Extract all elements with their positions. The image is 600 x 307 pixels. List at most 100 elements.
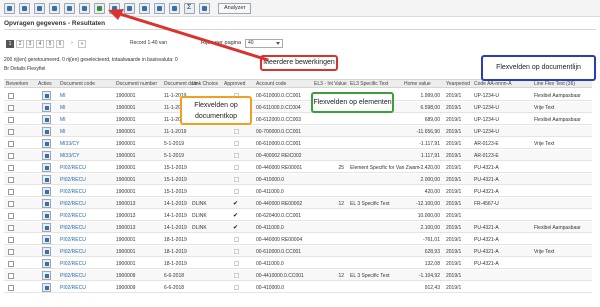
page-5-button[interactable]: 5 xyxy=(46,40,54,48)
document-code-cell[interactable]: PI02/RECU xyxy=(60,261,86,267)
row-action-button[interactable] xyxy=(42,163,51,172)
settings-button[interactable] xyxy=(139,3,150,14)
table-row[interactable]: PI02/RECU 1900001 15-1-2019 00-440000 RE000… xyxy=(4,162,592,173)
table-row[interactable]: MI33/CY 1900001 5-1-2019 00-610000.0.CC001 -… xyxy=(4,138,592,149)
column-header[interactable]: Approved xyxy=(224,81,245,87)
save-button[interactable] xyxy=(4,3,15,14)
row-action-button[interactable] xyxy=(42,127,51,136)
row-checkbox[interactable] xyxy=(8,261,14,267)
document-code-cell[interactable]: PI02/RECU xyxy=(60,249,86,255)
row-checkbox[interactable] xyxy=(8,153,14,159)
row-action-button[interactable] xyxy=(42,271,51,280)
row-action-button[interactable] xyxy=(42,211,51,220)
table-row[interactable]: MI33/CY 1900001 5-1-2019 00-400002 REIC002 1… xyxy=(4,150,592,161)
row-action-button[interactable] xyxy=(42,187,51,196)
column-header[interactable]: Document number xyxy=(116,81,157,87)
document-code-cell[interactable]: PI02/RECU xyxy=(60,285,86,291)
document-code-cell[interactable]: PI02/RECU xyxy=(60,189,86,195)
last-page-button[interactable]: » xyxy=(78,40,86,48)
column-header[interactable]: Acties xyxy=(38,81,52,87)
row-checkbox[interactable] xyxy=(8,105,14,111)
analyzer-button[interactable]: Analyzer xyxy=(218,3,252,14)
row-action-button[interactable] xyxy=(42,223,51,232)
sum-button[interactable]: Σ xyxy=(184,3,195,14)
tree-button[interactable] xyxy=(169,3,180,14)
row-checkbox[interactable] xyxy=(8,201,14,207)
details-link[interactable]: Br Details Flexyfiel xyxy=(4,66,45,72)
per-page-select[interactable]: 40 xyxy=(245,39,283,48)
row-action-button[interactable] xyxy=(42,175,51,184)
row-action-button[interactable] xyxy=(42,199,51,208)
table-row[interactable]: MI 1900001 11-1-2019 00-611000.0.CC004 6.598… xyxy=(4,102,592,113)
document-code-cell[interactable]: PI02/RECU xyxy=(60,225,86,231)
document-code-cell[interactable]: PI02/RECU xyxy=(60,177,86,183)
table-row[interactable]: PI02/RECU 1900001 15-1-2019 00-411000.0 420,… xyxy=(4,186,592,197)
table-row[interactable]: MI 1900001 11-1-2019 00-612000.0.CC003 689,0… xyxy=(4,114,592,125)
table-row[interactable]: PI02/RECU 1900001 18-1-2019 00-610000.0.CC0… xyxy=(4,246,592,257)
document-code-cell[interactable]: MI33/CY xyxy=(60,141,79,147)
document-code-cell[interactable]: PI02/RECU xyxy=(60,165,86,171)
row-action-button[interactable] xyxy=(42,151,51,160)
document-code-cell[interactable]: MI xyxy=(60,129,66,135)
filter-button[interactable] xyxy=(124,3,135,14)
row-checkbox[interactable] xyxy=(8,285,14,291)
row-action-button[interactable] xyxy=(42,139,51,148)
page-4-button[interactable]: 4 xyxy=(36,40,44,48)
list-button[interactable] xyxy=(154,3,165,14)
page-2-button[interactable]: 2 xyxy=(16,40,24,48)
row-action-button[interactable] xyxy=(42,259,51,268)
table-row[interactable]: MI 1900001 11-1-2019 00-610000.0.CC001 1.999… xyxy=(4,90,592,101)
table-row[interactable]: PI02/RECU 1900013 14-1-2019 DLINK 00-440000 … xyxy=(4,198,592,209)
row-checkbox[interactable] xyxy=(8,273,14,279)
column-header[interactable]: Document code xyxy=(60,81,95,87)
row-action-button[interactable] xyxy=(42,91,51,100)
refresh-button[interactable] xyxy=(19,3,30,14)
document-code-cell[interactable]: PI02/RECU xyxy=(60,273,86,279)
row-checkbox[interactable] xyxy=(8,141,14,147)
document-code-cell[interactable]: MI33/CY xyxy=(60,153,79,159)
row-checkbox[interactable] xyxy=(8,117,14,123)
column-header[interactable]: Account code xyxy=(256,81,286,87)
document-code-cell[interactable]: PI02/RECU xyxy=(60,201,86,207)
column-header[interactable]: Line Flex Text (36) xyxy=(534,81,575,87)
row-checkbox[interactable] xyxy=(8,177,14,183)
document-code-cell[interactable]: MI xyxy=(60,117,66,123)
row-checkbox[interactable] xyxy=(8,213,14,219)
row-checkbox[interactable] xyxy=(8,225,14,231)
table-row[interactable]: PI02/RECU 1900001 15-1-2019 00-410000.0 2.00… xyxy=(4,174,592,185)
print-button[interactable] xyxy=(79,3,90,14)
table-row[interactable]: PI02/RECU 1900001 18-1-2019 00-411000.0 132,… xyxy=(4,258,592,269)
document-code-cell[interactable]: PI02/RECU xyxy=(60,237,86,243)
row-action-button[interactable] xyxy=(42,103,51,112)
chart-button[interactable] xyxy=(199,3,210,14)
document-code-cell[interactable]: MI xyxy=(60,93,66,99)
row-action-button[interactable] xyxy=(42,235,51,244)
row-checkbox[interactable] xyxy=(8,93,14,99)
row-action-button[interactable] xyxy=(42,247,51,256)
table-row[interactable]: PI02/RECU 1900013 14-1-2019 DLINK 00-620400.… xyxy=(4,210,592,221)
document-code-cell[interactable]: MI xyxy=(60,105,66,111)
copy-button[interactable] xyxy=(109,3,120,14)
grid-button[interactable] xyxy=(64,3,75,14)
column-header[interactable]: Yearperiod xyxy=(446,81,470,87)
column-header[interactable]: Code AA-nnnn-A xyxy=(474,81,512,87)
column-header[interactable]: Link Choice xyxy=(192,81,218,87)
row-checkbox[interactable] xyxy=(8,189,14,195)
column-header[interactable]: EL3 - Int Value xyxy=(314,81,347,87)
page-3-button[interactable]: 3 xyxy=(26,40,34,48)
row-checkbox[interactable] xyxy=(8,249,14,255)
column-header[interactable]: Bewerken xyxy=(6,81,28,87)
table-row[interactable]: PI02/RECU 1900013 14-1-2019 DLINK 00-411000.… xyxy=(4,222,592,233)
row-action-button[interactable] xyxy=(42,115,51,124)
row-checkbox[interactable] xyxy=(8,237,14,243)
report-button[interactable] xyxy=(34,3,45,14)
export-button[interactable] xyxy=(49,3,60,14)
table-row[interactable]: MI 1900001 11-1-2019 00-700000.0.CC001 -11.6… xyxy=(4,126,592,137)
document-code-cell[interactable]: PI02/RECU xyxy=(60,213,86,219)
row-action-button[interactable] xyxy=(42,283,51,292)
table-row[interactable]: PI02/RECU 1900009 6-6-2018 00-4410000.0.CC0… xyxy=(4,270,592,281)
excel-button[interactable] xyxy=(94,3,105,14)
row-checkbox[interactable] xyxy=(8,129,14,135)
column-header[interactable]: Home value xyxy=(404,81,431,87)
table-row[interactable]: PI02/RECU 1900009 6-6-2018 00-410000.0 912,4… xyxy=(4,282,592,293)
